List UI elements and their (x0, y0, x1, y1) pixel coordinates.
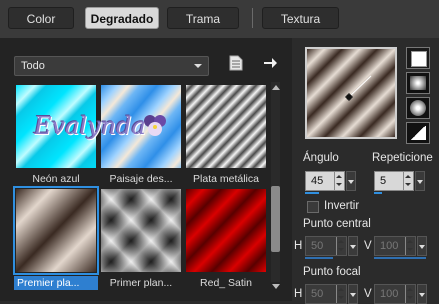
focal-v-label: V (364, 288, 372, 300)
watermark: Evalynda (34, 112, 184, 142)
spinner-arrows[interactable] (405, 285, 415, 303)
tab-gradient[interactable]: Degradado (85, 7, 159, 29)
angle-dropdown[interactable] (346, 171, 356, 191)
sunburst-style-button[interactable] (406, 122, 430, 144)
center-v-spinner[interactable]: 100 (374, 236, 416, 256)
repeats-label: Repeticione (372, 152, 433, 164)
flower-icon (144, 115, 166, 136)
focal-h-spinner[interactable]: 50 (305, 284, 347, 304)
arrow-right-icon[interactable] (262, 55, 278, 71)
document-icon[interactable] (229, 55, 243, 71)
invert-label: Invertir (324, 200, 360, 212)
spinner-arrows[interactable] (334, 172, 344, 190)
gradient-swatch (101, 189, 181, 272)
gradient-thumb-primer-plan[interactable] (101, 189, 181, 272)
tab-separator (252, 8, 253, 28)
gradient-swatch (186, 85, 266, 168)
spinner-arrows[interactable] (405, 237, 415, 255)
invert-checkbox[interactable] (307, 201, 319, 213)
spinner-arrows[interactable] (336, 285, 346, 303)
center-v-slider[interactable] (374, 257, 426, 259)
angle-spinner[interactable]: 45 (305, 171, 345, 191)
tab-texture[interactable]: Textura (262, 7, 339, 29)
repeats-spinner[interactable]: 5 (374, 171, 414, 191)
scrollbar-thumb[interactable] (271, 186, 280, 252)
radial-style-button[interactable] (406, 97, 430, 119)
center-h-slider[interactable] (305, 257, 333, 259)
thumb-label: Premier pla... (14, 276, 98, 290)
gradient-preview-swatch (307, 49, 395, 137)
thumb-label: Paisaje des... (109, 173, 173, 185)
scrollbar-track[interactable] (271, 82, 280, 282)
tab-bar: Color Degradado Trama Textura (0, 0, 439, 38)
thumb-label: Primer plan... (109, 277, 173, 289)
rectangular-style-button[interactable] (406, 72, 430, 94)
gradient-category-dropdown[interactable]: Todo (14, 56, 209, 76)
spinner-arrows[interactable] (403, 172, 413, 190)
center-v-dropdown[interactable] (417, 236, 427, 256)
center-point-label: Punto central (303, 218, 371, 230)
focal-h-dropdown[interactable] (348, 284, 358, 304)
gradient-preview[interactable] (305, 47, 397, 139)
angle-slider[interactable] (305, 192, 319, 194)
repeats-slider[interactable] (374, 192, 382, 194)
chevron-down-icon (194, 64, 202, 68)
focal-point-label: Punto focal (303, 266, 361, 278)
thumb-label: Neón azul (32, 173, 80, 185)
focal-v-spinner[interactable]: 100 (374, 284, 416, 304)
tab-color[interactable]: Color (8, 7, 74, 29)
center-h-dropdown[interactable] (348, 236, 358, 256)
linear-style-button[interactable] (406, 47, 430, 69)
dropdown-value: Todo (21, 60, 45, 72)
angle-label: Ángulo (303, 152, 339, 164)
thumb-label: Plata metálica (193, 173, 259, 185)
scroll-down-icon[interactable] (272, 284, 280, 289)
scroll-up-icon[interactable] (272, 85, 280, 90)
spinner-arrows[interactable] (336, 237, 346, 255)
gradient-swatch (16, 189, 96, 272)
gradient-thumb-premier-plan[interactable] (13, 186, 99, 275)
gradient-swatch (186, 189, 266, 272)
center-h-spinner[interactable]: 50 (305, 236, 347, 256)
center-h-label: H (294, 240, 303, 252)
repeats-dropdown[interactable] (415, 171, 425, 191)
focal-v-dropdown[interactable] (417, 284, 427, 304)
center-v-label: V (364, 240, 372, 252)
thumb-label: Red_ Satin (200, 277, 252, 289)
gradient-thumb-metallic-silver[interactable] (186, 85, 266, 168)
tab-pattern[interactable]: Trama (167, 7, 239, 29)
focal-h-label: H (294, 288, 303, 300)
gradient-thumb-red-satin[interactable] (186, 189, 266, 272)
